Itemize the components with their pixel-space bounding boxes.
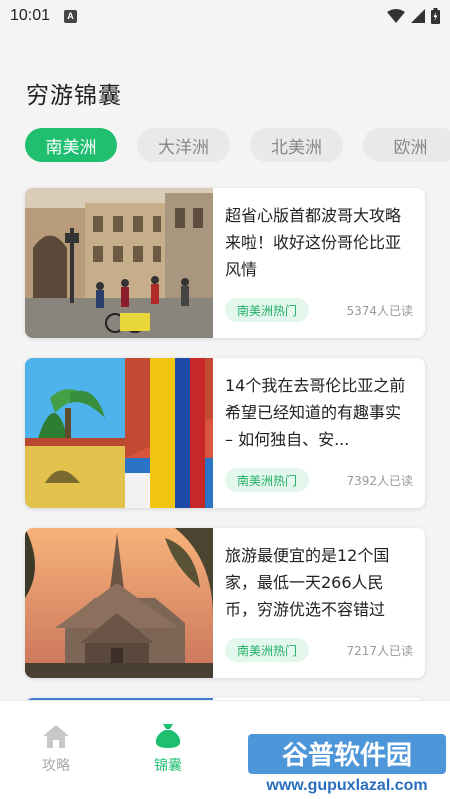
- article-card[interactable]: 14个我在去哥伦比亚之前希望已经知道的有趣事实 – 如何独自、安... 南美洲热…: [25, 358, 425, 508]
- nav-item-tips[interactable]: 锦囊: [138, 723, 198, 775]
- nav-item-guide[interactable]: 攻略: [26, 723, 86, 775]
- status-icons: [387, 8, 440, 24]
- nav-label-tips: 锦囊: [154, 758, 182, 774]
- watermark-logo: 谷普软件园 www.gupuxlazal.com: [246, 730, 448, 796]
- bag-icon: [155, 724, 181, 748]
- a-icon: A: [64, 9, 78, 23]
- wifi-icon: [387, 9, 405, 23]
- tab-oceania[interactable]: 大洋洲: [137, 128, 230, 162]
- temple-sunset-photo: [25, 528, 213, 678]
- read-count: 7392人已读: [346, 474, 413, 488]
- read-count: 5374人已读: [346, 304, 413, 318]
- signal-icon: [411, 9, 425, 23]
- tab-europe[interactable]: 欧洲: [363, 128, 450, 162]
- article-title: 14个我在去哥伦比亚之前希望已经知道的有趣事实 – 如何独自、安...: [225, 376, 406, 449]
- colombia-flag-photo: [25, 358, 213, 508]
- region-tabs: 南美洲 大洋洲 北美洲 欧洲: [0, 128, 450, 164]
- status-time: 10:01: [10, 7, 51, 24]
- read-count: 7217人已读: [346, 644, 413, 658]
- tab-north-america[interactable]: 北美洲: [250, 128, 343, 162]
- svg-text:www.gupuxlazal.com: www.gupuxlazal.com: [265, 777, 427, 794]
- tab-south-america[interactable]: 南美洲: [25, 128, 117, 162]
- category-tag: 南美洲热门: [225, 298, 310, 322]
- nav-label-guide: 攻略: [42, 758, 70, 774]
- battery-icon: [431, 8, 440, 24]
- category-tag: 南美洲热门: [225, 638, 310, 662]
- home-icon: [43, 725, 69, 748]
- category-tag: 南美洲热门: [225, 468, 310, 492]
- bogota-street-photo: [25, 188, 213, 338]
- article-title: 超省心版首都波哥大攻略来啦！收好这份哥伦比亚风情: [225, 206, 402, 279]
- svg-text:谷普软件园: 谷普软件园: [282, 740, 412, 771]
- article-card[interactable]: 超省心版首都波哥大攻略来啦！收好这份哥伦比亚风情 南美洲热门 5374人已读: [25, 188, 425, 338]
- page-title: 穷游锦囊: [26, 83, 122, 109]
- article-card[interactable]: 旅游最便宜的是12个国家，最低一天266人民币，穷游优选不容错过 南美洲热门 7…: [25, 528, 425, 678]
- article-title: 旅游最便宜的是12个国家，最低一天266人民币，穷游优选不容错过: [225, 546, 390, 619]
- status-bar: 10:01 A: [0, 0, 450, 32]
